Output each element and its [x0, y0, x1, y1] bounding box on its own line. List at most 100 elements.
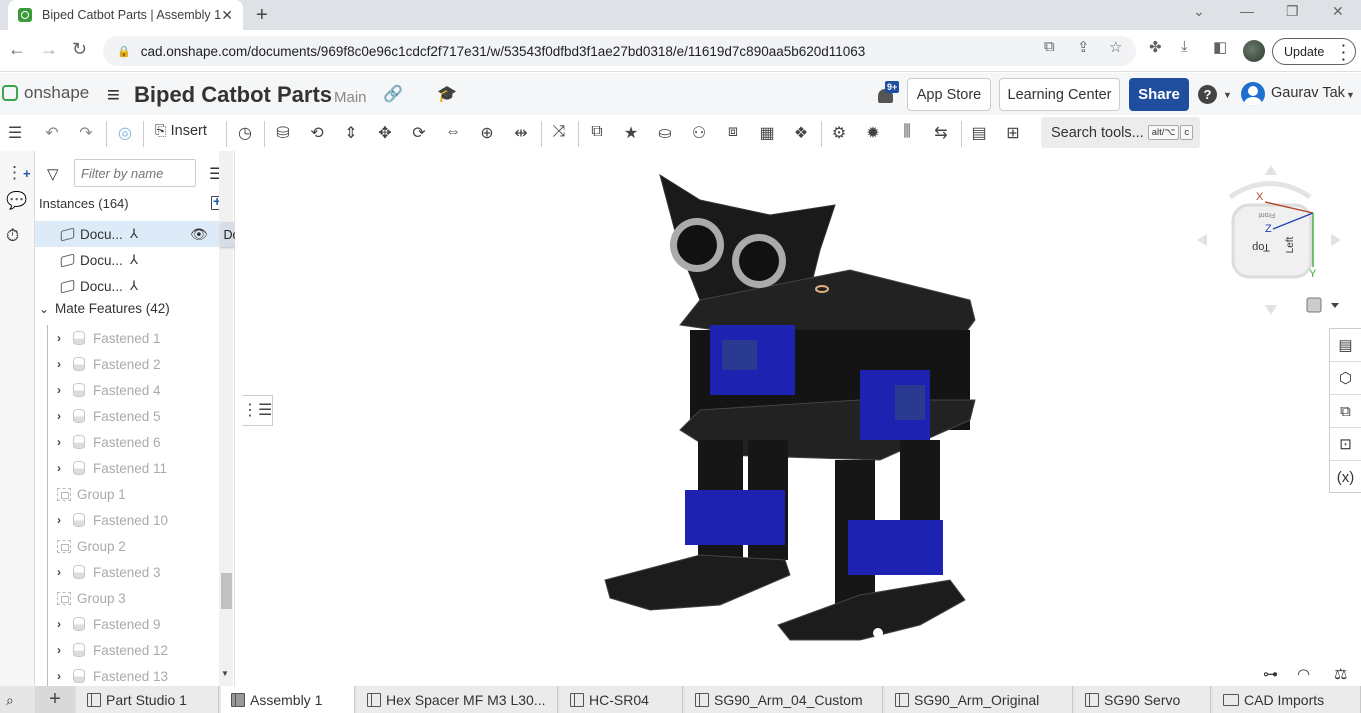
search-tools-input[interactable]: Search tools... alt/⌥ c: [1041, 117, 1200, 148]
view-options-cube-icon[interactable]: [1306, 297, 1322, 313]
element-tab[interactable]: SG90_Arm_Original: [885, 686, 1073, 713]
pin-slot-mate-icon[interactable]: ⇔: [442, 123, 464, 141]
stopwatch-icon[interactable]: ⏱: [6, 226, 19, 246]
more-menu-icon[interactable]: · · ·: [1342, 39, 1346, 66]
group-row[interactable]: Group 2: [35, 533, 219, 559]
group-icon[interactable]: ⧉: [586, 123, 608, 141]
reload-button[interactable]: ↻: [72, 39, 87, 60]
relation-icon[interactable]: ⤨: [548, 123, 570, 141]
element-tab[interactable]: Hex Spacer MF M3 L30...: [357, 686, 558, 713]
zoom-to-fit-icon[interactable]: ⌕: [6, 692, 14, 709]
cylindrical-mate-icon[interactable]: ⟳: [408, 123, 430, 143]
chevron-down-icon[interactable]: ⌄: [35, 302, 55, 316]
mate-connector-icon[interactable]: ★: [620, 123, 642, 143]
feature-panel-toggle-icon[interactable]: ⋮☰: [242, 395, 273, 426]
element-tab[interactable]: SG90_Arm_04_Custom: [685, 686, 883, 713]
named-positions-icon[interactable]: ❖: [790, 123, 812, 143]
user-name[interactable]: Gaurav Tak: [1271, 85, 1345, 101]
visibility-eye-icon[interactable]: 👁: [190, 226, 208, 243]
instance-row[interactable]: Docu... ⅄: [35, 247, 219, 273]
add-mate-point-icon[interactable]: ⋮+: [6, 163, 31, 183]
side-panel-icon[interactable]: ◧: [1213, 38, 1227, 56]
group-row[interactable]: Group 3: [35, 585, 219, 611]
update-button[interactable]: Update · · ·: [1272, 38, 1356, 66]
comments-icon[interactable]: 💬: [6, 191, 27, 211]
bookmark-star-icon[interactable]: ☆: [1109, 38, 1122, 56]
mate-feature-row[interactable]: › Fastened 1: [35, 325, 219, 351]
share-page-icon[interactable]: ⇪: [1077, 38, 1090, 56]
help-icon[interactable]: ?: [1198, 85, 1217, 104]
chevron-right-icon[interactable]: ›: [57, 409, 73, 423]
download-icon[interactable]: ⤓: [1181, 38, 1188, 55]
add-element-button[interactable]: +: [35, 686, 75, 713]
filter-by-name-input[interactable]: [74, 159, 196, 187]
redo-icon[interactable]: ↷: [75, 123, 97, 143]
mate-feature-row[interactable]: › Fastened 3: [35, 559, 219, 585]
chevron-right-icon[interactable]: ›: [57, 669, 73, 683]
explode-view-icon[interactable]: ▦: [756, 123, 778, 143]
notifications-bell-icon[interactable]: 9+: [878, 81, 900, 103]
planar-mate-icon[interactable]: ✥: [374, 123, 396, 143]
rack-pinion-icon[interactable]: ✹: [862, 123, 884, 143]
3d-viewport[interactable]: [235, 151, 1361, 686]
forward-button[interactable]: →: [40, 39, 58, 60]
learning-center-button[interactable]: Learning Center: [999, 78, 1120, 111]
element-tab[interactable]: HC-SR04: [560, 686, 683, 713]
scroll-down-arrow-icon[interactable]: ▼: [221, 669, 229, 678]
robot-model[interactable]: [235, 151, 1361, 686]
chevron-right-icon[interactable]: ›: [57, 435, 73, 449]
undo-icon[interactable]: ↶: [41, 123, 63, 143]
insert-part-icon[interactable]: ⊞: [1002, 123, 1024, 143]
scrollbar-thumb[interactable]: [221, 573, 232, 609]
element-tab[interactable]: Part Studio 1: [77, 686, 219, 713]
chevron-right-icon[interactable]: ›: [57, 513, 73, 527]
tab-search-icon[interactable]: ⌄: [1193, 3, 1205, 20]
view-options-caret-icon[interactable]: [1331, 303, 1339, 308]
filter-icon[interactable]: ▽: [47, 165, 59, 183]
revolute-mate-icon[interactable]: ⟲: [306, 123, 328, 143]
ball-mate-icon[interactable]: ⊕: [476, 123, 498, 143]
document-title[interactable]: Biped Catbot Parts: [134, 82, 332, 108]
restore-button[interactable]: ❐: [1286, 3, 1299, 20]
appearance-icon[interactable]: ⬡: [1330, 362, 1361, 395]
select-part-icon[interactable]: ⛀: [654, 123, 676, 143]
linear-relation-icon[interactable]: ⇆: [930, 123, 952, 143]
chevron-right-icon[interactable]: ›: [57, 357, 73, 371]
user-avatar-icon[interactable]: [1241, 82, 1265, 106]
new-tab-button[interactable]: +: [256, 4, 268, 27]
feature-list-toggle-icon[interactable]: ☰: [4, 123, 26, 143]
configurations-icon[interactable]: ⊡: [1330, 428, 1361, 461]
onshape-logo[interactable]: onshape: [2, 83, 89, 103]
hamburger-menu-icon[interactable]: ≡: [107, 82, 120, 108]
fastened-mate-icon[interactable]: ⛁: [272, 123, 294, 143]
branch-name[interactable]: Main: [334, 89, 367, 106]
chevron-right-icon[interactable]: ›: [57, 617, 73, 631]
mass-properties-scale-icon[interactable]: ⚖: [1334, 665, 1347, 683]
app-store-button[interactable]: App Store: [907, 78, 991, 111]
slider-mate-icon[interactable]: ⇕: [340, 123, 362, 143]
mate-feature-row[interactable]: › Fastened 9: [35, 611, 219, 637]
help-dropdown-caret-icon[interactable]: ▼: [1223, 90, 1232, 100]
back-button[interactable]: ←: [8, 39, 26, 60]
link-icon[interactable]: 🔗: [383, 84, 403, 104]
chevron-right-icon[interactable]: ›: [57, 643, 73, 657]
variables-icon[interactable]: (x): [1330, 461, 1361, 494]
replicate-icon[interactable]: ⚇: [688, 123, 710, 143]
close-tab-icon[interactable]: ✕: [221, 7, 233, 24]
chevron-right-icon[interactable]: ›: [57, 461, 73, 475]
gear-relation-icon[interactable]: ⚙: [828, 123, 850, 143]
browser-tab[interactable]: Biped Catbot Parts | Assembly 1 ✕: [8, 0, 243, 30]
rotate-left-arrow[interactable]: [1197, 234, 1207, 246]
mate-feature-row[interactable]: › Fastened 6: [35, 429, 219, 455]
user-dropdown-caret-icon[interactable]: ▼: [1346, 90, 1355, 100]
suppress-icon[interactable]: ▤: [968, 123, 990, 143]
rotate-down-arrow[interactable]: [1265, 305, 1277, 315]
mate-feature-row[interactable]: › Fastened 10: [35, 507, 219, 533]
minimize-button[interactable]: —: [1240, 3, 1254, 19]
instance-row[interactable]: Docu... ⅄ 👁: [35, 221, 219, 247]
mate-features-header[interactable]: ⌄ Mate Features (42): [35, 301, 170, 316]
cube-face-front[interactable]: Front: [1259, 211, 1275, 218]
element-tab[interactable]: SG90 Servo: [1075, 686, 1211, 713]
chevron-right-icon[interactable]: ›: [57, 331, 73, 345]
mate-feature-row[interactable]: › Fastened 5: [35, 403, 219, 429]
